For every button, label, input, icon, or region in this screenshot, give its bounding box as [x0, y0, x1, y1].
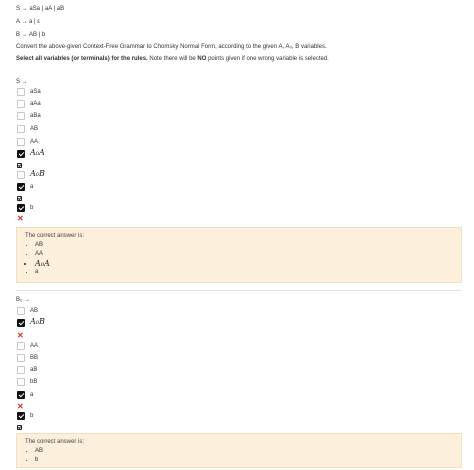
option-checkbox-b[interactable]: [17, 412, 25, 420]
section1-heading: S →: [16, 79, 28, 85]
quiz-page: S → aSa | aA | aB A → a | ε B → AB | b C…: [0, 0, 474, 470]
option-checkbox-ab-lower[interactable]: [17, 366, 25, 374]
correct-answer-list: AB b: [27, 447, 43, 465]
list-item: AB: [35, 241, 50, 250]
list-item: AA: [35, 250, 50, 259]
option-checkbox-aba[interactable]: [17, 112, 25, 120]
option-label-aa: AA: [30, 343, 39, 349]
correct-check-icon: [17, 163, 22, 168]
wrong-x-icon: ✕: [17, 331, 24, 340]
option-label-b: b: [30, 205, 34, 211]
option-label-asa: aSa: [30, 89, 41, 95]
option-label-a0a: A₀A: [30, 148, 45, 157]
option-label-ab: AB: [30, 126, 39, 132]
option-checkbox-aa[interactable]: [17, 138, 25, 146]
option-checkbox-bb[interactable]: [17, 354, 25, 362]
option-label-a0b: A₀B: [30, 317, 45, 326]
correct-check-icon: [17, 196, 22, 201]
rule-b: B → AB | b: [16, 32, 46, 38]
option-checkbox-ab[interactable]: [17, 125, 25, 133]
option-checkbox-b[interactable]: [17, 204, 25, 212]
select-all-rest: Note there will be: [147, 56, 198, 62]
rule-a: A → a | ε: [16, 19, 40, 25]
option-label-bb-lower: bB: [30, 379, 38, 385]
wrong-x-icon: ✕: [17, 402, 24, 411]
option-checkbox-a0b[interactable]: [17, 319, 25, 327]
option-label-a: a: [30, 184, 34, 190]
option-label-bb: BB: [30, 355, 39, 361]
option-label-aa: AA: [30, 139, 39, 145]
section-divider: [16, 290, 461, 291]
option-label-ab-lower: aB: [30, 367, 38, 373]
option-checkbox-bb-lower[interactable]: [17, 378, 25, 386]
correct-answer-box: The correct answer is: AB b: [16, 433, 462, 468]
list-item: A₀A: [35, 259, 50, 268]
correct-answer-title: The correct answer is:: [25, 439, 85, 445]
rule-s: S → aSa | aA | aB: [16, 6, 65, 12]
correct-answer-list: AB AA A₀A a: [27, 241, 50, 277]
option-checkbox-a0b[interactable]: [17, 171, 25, 179]
option-label-ab: AB: [30, 308, 39, 314]
option-checkbox-aa[interactable]: [17, 342, 25, 350]
option-checkbox-a[interactable]: [17, 183, 25, 191]
select-all-bold: Select all variables (or terminals) for …: [16, 56, 148, 62]
option-checkbox-a[interactable]: [17, 391, 25, 399]
option-checkbox-asa[interactable]: [17, 88, 25, 96]
instruction-text: Convert the above-given Context-Free Gra…: [16, 44, 327, 50]
option-label-b: b: [30, 413, 34, 419]
wrong-x-icon: ✕: [17, 214, 24, 223]
list-item: b: [35, 456, 43, 465]
list-item: a: [35, 268, 50, 277]
option-label-aaa: aAa: [30, 101, 41, 107]
correct-check-icon: [17, 425, 22, 430]
option-label-aba: aBa: [30, 113, 41, 119]
option-label-a: a: [30, 392, 34, 398]
list-item: AB: [35, 447, 43, 456]
section2-heading: B₀ →: [16, 297, 31, 303]
option-label-a0b: A₀B: [30, 169, 45, 178]
select-all-tail: points given if one wrong variable is se…: [206, 56, 329, 62]
correct-answer-title: The correct answer is:: [25, 233, 85, 239]
option-checkbox-ab[interactable]: [17, 307, 25, 315]
option-checkbox-a0a[interactable]: [17, 150, 25, 158]
option-checkbox-aaa[interactable]: [17, 100, 25, 108]
select-all-note: Select all variables (or terminals) for …: [16, 55, 329, 63]
correct-answer-box: The correct answer is: AB AA A₀A a: [16, 227, 462, 283]
